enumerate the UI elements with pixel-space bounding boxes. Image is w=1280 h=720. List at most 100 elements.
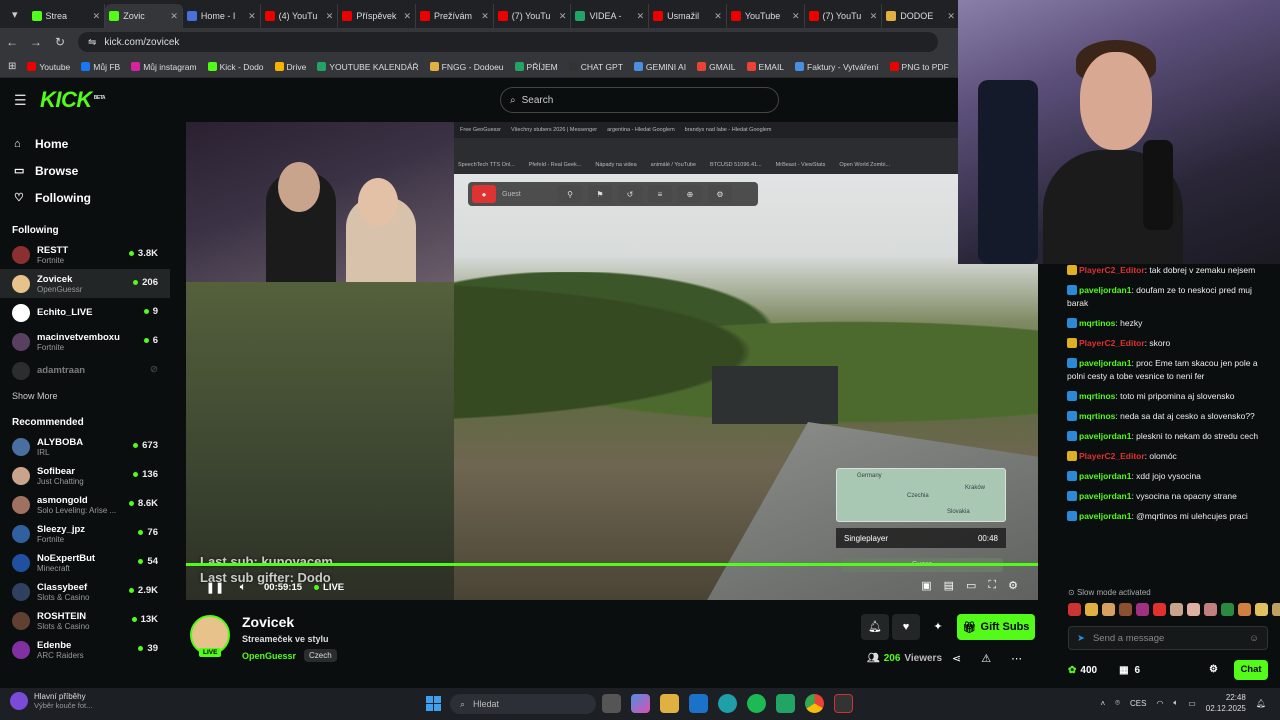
channel-item[interactable]: ROSHTEIN Slots & Casino 13K xyxy=(0,606,170,635)
emote-icon[interactable] xyxy=(1187,603,1200,616)
tab-close-icon[interactable]: ✕ xyxy=(637,11,645,22)
windows-start-icon[interactable] xyxy=(426,696,441,711)
browser-tab[interactable]: Usmažil ✕ xyxy=(649,4,727,28)
bookmark-item[interactable]: PŘÍJEM xyxy=(514,62,558,72)
browser-tab[interactable]: DODOE ✕ xyxy=(882,4,960,28)
chat-username[interactable]: paveljordan1 xyxy=(1079,511,1131,521)
emote-icon[interactable] xyxy=(1085,603,1098,616)
channel-item[interactable]: asmongold Solo Leveling: Arise ... 8.6K xyxy=(0,490,170,519)
channel-item[interactable]: Sofibear Just Chatting 136 xyxy=(0,461,170,490)
browser-tab[interactable]: YouTube ✕ xyxy=(727,4,805,28)
tab-close-icon[interactable]: ✕ xyxy=(481,11,489,22)
channel-item[interactable]: Classybeef Slots & Casino 2.9K xyxy=(0,577,170,606)
url-input[interactable]: ⇋ kick.com/zovicek xyxy=(78,32,938,52)
show-more-link[interactable]: Show More xyxy=(0,391,170,401)
edge-icon[interactable] xyxy=(718,694,737,713)
clock[interactable]: 22:48 02.12.2025 xyxy=(1206,692,1246,714)
emote-icon[interactable] xyxy=(1170,603,1183,616)
emote-icon[interactable] xyxy=(1068,603,1081,616)
epic-games-icon[interactable] xyxy=(834,694,853,713)
spotify-icon[interactable] xyxy=(747,694,766,713)
report-icon[interactable]: ⚠ xyxy=(981,652,991,665)
chat-input[interactable]: ➤ Send a message ☺ xyxy=(1068,626,1268,650)
emote-icon[interactable] xyxy=(1153,603,1166,616)
bookmark-item[interactable]: Youtube xyxy=(27,62,70,72)
tab-close-icon[interactable]: ✕ xyxy=(403,11,411,22)
chat-username[interactable]: mqrtinos xyxy=(1079,411,1115,421)
excel-icon[interactable] xyxy=(776,694,795,713)
chrome-icon[interactable] xyxy=(805,694,824,713)
search-input[interactable]: ⌕ Search xyxy=(500,87,779,113)
sidebar-nav-browse[interactable]: ▭ Browse xyxy=(0,157,170,184)
chat-settings-icon[interactable]: ⚙ xyxy=(1209,664,1218,675)
tray-arrow-icon[interactable]: ˄ xyxy=(1101,699,1106,708)
emote-icon[interactable] xyxy=(1221,603,1234,616)
notification-icon[interactable]: 🔔︎ xyxy=(1256,699,1266,708)
tab-search-icon[interactable]: ▾ xyxy=(2,0,28,28)
emote-icon[interactable] xyxy=(1136,603,1149,616)
menu-icon[interactable]: ☰ xyxy=(14,92,28,109)
emote-icon[interactable] xyxy=(1204,603,1217,616)
channel-item[interactable]: macinvetvemboxu Fortnite 6 xyxy=(0,327,170,356)
miniplayer-icon[interactable]: ▣ xyxy=(921,579,931,592)
browser-tab[interactable]: (4) YouTu ✕ xyxy=(261,4,339,28)
heart-icon[interactable]: ♥ xyxy=(892,614,920,640)
gift-subs-button[interactable]: 🎁︎ Gift Subs xyxy=(957,614,1035,640)
streamer-name[interactable]: Zovicek xyxy=(242,614,294,630)
bookmark-item[interactable]: Kick - Dodo xyxy=(207,62,264,72)
reload-icon[interactable]: ↻ xyxy=(48,35,72,49)
settings-gear-icon[interactable]: ⚙ xyxy=(1008,579,1018,592)
tab-close-icon[interactable]: ✕ xyxy=(248,11,256,22)
emote-icon[interactable] xyxy=(1255,603,1268,616)
browser-tab[interactable]: (7) YouTu ✕ xyxy=(494,4,572,28)
tab-close-icon[interactable]: ✕ xyxy=(559,11,567,22)
bookmark-item[interactable]: Drive xyxy=(274,62,306,72)
back-icon[interactable]: ← xyxy=(0,35,24,49)
emoji-icon[interactable]: ☺ xyxy=(1249,633,1259,644)
bookmark-item[interactable]: EMAIL xyxy=(746,62,784,72)
video-player[interactable]: Free GeoGuessr Všechny stubers 2026 | Mes… xyxy=(186,122,1038,600)
bookmark-item[interactable]: PNG to PDF xyxy=(889,62,949,72)
apps-icon[interactable]: ⊞ xyxy=(8,61,16,72)
bell-icon[interactable]: 🔔︎ xyxy=(861,614,889,640)
copilot-icon[interactable] xyxy=(631,694,650,713)
chat-username[interactable]: mqrtinos xyxy=(1079,318,1115,328)
more-icon[interactable]: ⋯ xyxy=(1011,652,1022,665)
fullscreen-icon[interactable]: ⛶ xyxy=(988,579,996,592)
chat-username[interactable]: paveljordan1 xyxy=(1079,491,1131,501)
emote-icon[interactable] xyxy=(1272,603,1280,616)
tab-close-icon[interactable]: ✕ xyxy=(170,11,178,22)
wifi-icon[interactable]: ◠ xyxy=(1156,699,1163,708)
browser-tab[interactable]: VIDEA - ✕ xyxy=(571,4,650,28)
points-count[interactable]: 400 xyxy=(1080,665,1097,676)
tab-close-icon[interactable]: ✕ xyxy=(792,11,800,22)
tab-close-icon[interactable]: ✕ xyxy=(947,11,955,22)
clip-icon[interactable]: ▤ xyxy=(944,579,954,592)
channel-item[interactable]: Edenbe ARC Raiders 39 xyxy=(0,635,170,664)
pause-icon[interactable]: ❚❚ xyxy=(204,581,226,594)
sidebar-nav-home[interactable]: ⌂ Home xyxy=(0,130,170,157)
chat-username[interactable]: PlayerC2_Editor xyxy=(1079,265,1145,275)
channel-item[interactable]: Sleezy_jpz Fortnite 76 xyxy=(0,519,170,548)
tab-close-icon[interactable]: ✕ xyxy=(714,11,722,22)
news-widget[interactable]: Hlavní příběhy Výběr kouče fot... xyxy=(10,692,92,710)
bookmark-item[interactable]: YOUTUBE KALENDÁŘ xyxy=(317,62,419,72)
browser-tab[interactable]: Prežívám ✕ xyxy=(416,4,494,28)
stream-category[interactable]: OpenGuessr xyxy=(242,651,296,661)
chat-username[interactable]: paveljordan1 xyxy=(1079,471,1131,481)
browser-tab[interactable]: Home - I ✕ xyxy=(183,4,261,28)
volume-icon[interactable]: 🔈︎ xyxy=(232,581,254,594)
chat-username[interactable]: PlayerC2_Editor xyxy=(1079,451,1145,461)
bookmark-item[interactable]: GEMINI AI xyxy=(633,62,686,72)
chat-username[interactable]: PlayerC2_Editor xyxy=(1079,338,1145,348)
bookmark-item[interactable]: CHAT GPT xyxy=(568,62,623,72)
explorer-icon[interactable] xyxy=(660,694,679,713)
site-info-icon[interactable]: ⇋ xyxy=(88,37,96,48)
emote-icon[interactable] xyxy=(1238,603,1251,616)
bookmark-item[interactable]: Faktury - Vytváření xyxy=(795,62,879,72)
emote-icon[interactable] xyxy=(1102,603,1115,616)
bookmark-item[interactable]: Můj FB xyxy=(81,62,120,72)
browser-tab[interactable]: Zovic ✕ xyxy=(105,4,183,28)
bookmark-item[interactable]: GMAIL xyxy=(697,62,736,72)
channel-item[interactable]: Zovicek OpenGuessr 206 xyxy=(0,269,170,298)
